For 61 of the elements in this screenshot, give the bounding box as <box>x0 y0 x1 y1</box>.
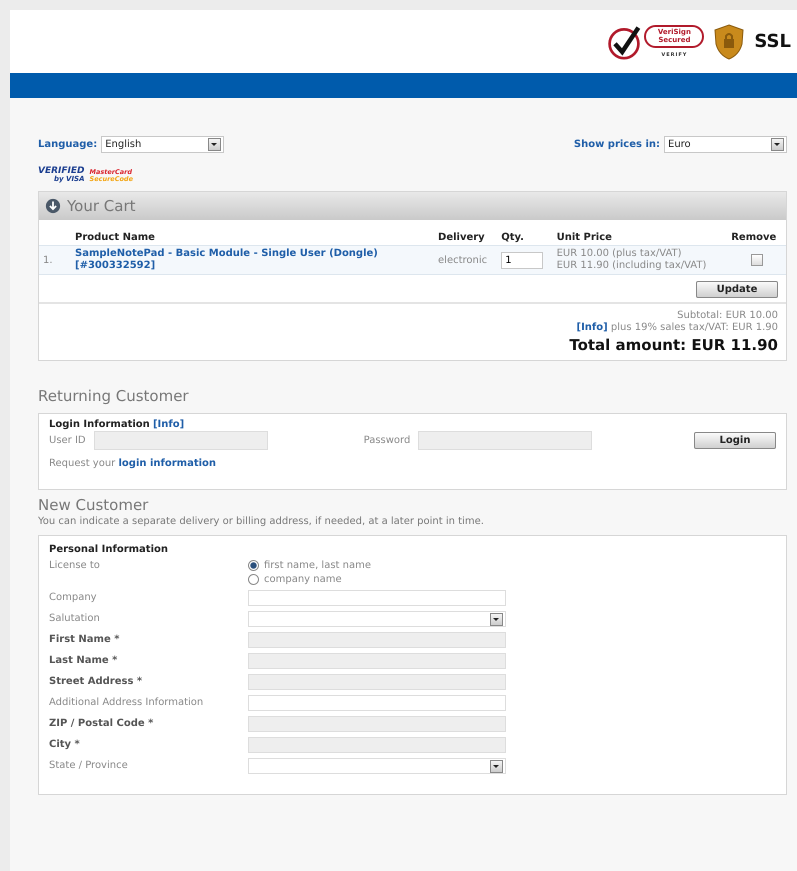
info-link[interactable]: [Info] <box>576 322 608 333</box>
remove-checkbox[interactable] <box>750 254 763 266</box>
field-label: License to <box>49 560 101 572</box>
currency-select[interactable]: Euro <box>664 136 787 153</box>
column-header: Qty. <box>497 232 553 246</box>
text-field[interactable] <box>248 674 506 690</box>
text-field[interactable] <box>248 590 506 606</box>
field-label: City * <box>49 739 81 751</box>
total-amount: Total amount: EUR 11.90 <box>569 336 778 354</box>
language-select[interactable]: English <box>101 136 224 153</box>
radio-label: first name, last name <box>264 560 372 571</box>
radio-label: company name <box>264 574 342 585</box>
field-label: Street Address * <box>49 676 144 688</box>
panel-title: Personal Information <box>49 544 169 555</box>
request-text: Request your <box>49 458 116 469</box>
text-field[interactable] <box>248 737 506 753</box>
section-note: You can indicate a separate delivery or billing address, if needed, at a later point in time. <box>38 516 485 527</box>
user-id-field[interactable] <box>94 431 268 450</box>
column-header: Delivery <box>434 232 498 246</box>
language-label: Language: <box>38 139 98 150</box>
info-link[interactable]: [Info] <box>152 419 184 430</box>
field-label: Salutation <box>49 613 101 625</box>
field-label: Additional Address Information <box>49 697 204 709</box>
quantity-field[interactable]: 1 <box>501 252 544 268</box>
radio-button[interactable] <box>248 560 259 571</box>
column-header: Remove <box>727 232 786 246</box>
tax-text: plus 19% sales tax/VAT: EUR 1.90 <box>610 322 778 333</box>
password-label: Password <box>364 435 410 446</box>
field-label: ZIP / Postal Code * <box>49 718 154 730</box>
select-field[interactable] <box>248 611 506 627</box>
panel-title: Login Information <box>49 419 150 430</box>
text-field[interactable] <box>248 632 506 648</box>
net-price: EUR 10.00 (plus tax/VAT) <box>556 248 683 260</box>
select-field[interactable] <box>248 758 506 774</box>
column-header: Unit Price <box>552 232 728 246</box>
delivery-cell: electronic <box>434 246 498 274</box>
ssl-label: SSL <box>754 31 791 52</box>
text-field[interactable] <box>248 653 506 669</box>
login-information-link[interactable]: login information <box>118 458 216 469</box>
arrow-circle-icon <box>45 198 61 214</box>
row-number: 1. <box>39 246 71 274</box>
user-id-label: User ID <box>49 435 86 446</box>
section-heading: Returning Customer <box>38 387 190 405</box>
field-label: Last Name * <box>49 655 118 667</box>
cart-title: Your Cart <box>67 197 136 215</box>
subtotal-text: Subtotal: EUR 10.00 <box>677 310 778 321</box>
field-label: State / Province <box>49 760 129 772</box>
shield-lock-icon <box>714 22 744 60</box>
currency-label: Show prices in: <box>574 139 660 150</box>
text-field[interactable] <box>248 716 506 732</box>
update-button[interactable]: Update <box>696 281 778 298</box>
text-field[interactable] <box>248 695 506 711</box>
password-field[interactable] <box>418 431 592 450</box>
gross-price: EUR 11.90 (including tax/VAT) <box>556 260 708 272</box>
login-button[interactable]: Login <box>694 432 776 449</box>
field-label: First Name * <box>49 634 120 646</box>
radio-button[interactable] <box>248 574 259 585</box>
field-label: Company <box>49 592 98 604</box>
column-header: Product Name <box>71 232 434 246</box>
section-heading: New Customer <box>38 496 150 514</box>
product-link[interactable]: SampleNotePad - Basic Module - Single User (Dongle) [#300332592] <box>75 248 395 272</box>
